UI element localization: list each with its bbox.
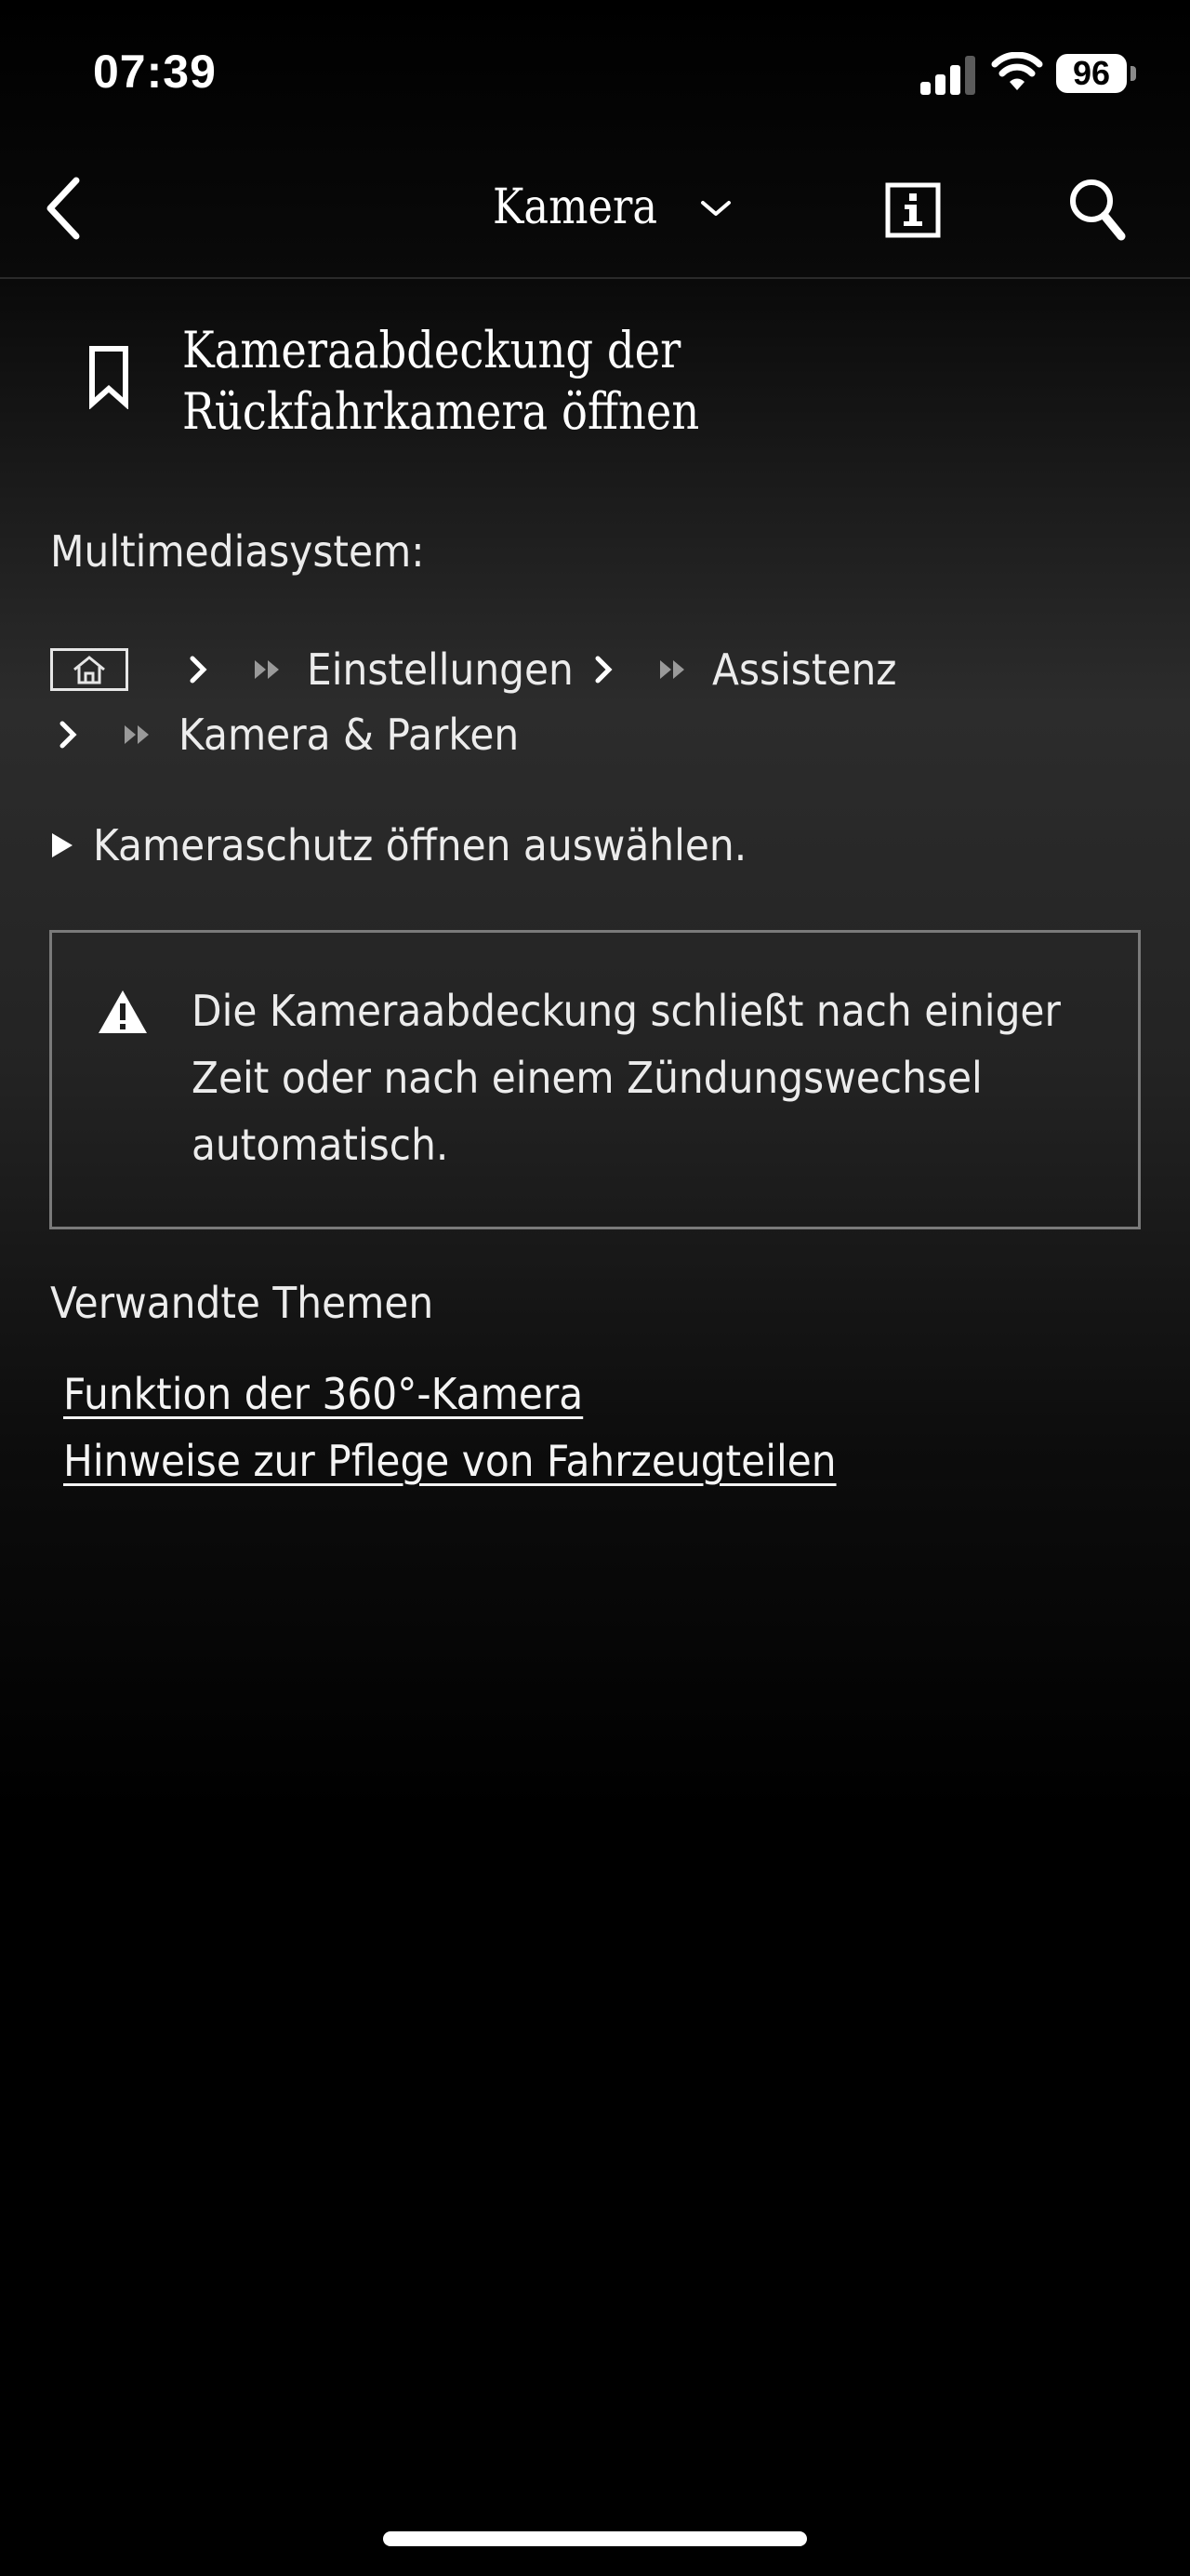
warning-text: Die Kameraabdeckung schließt nach einige… bbox=[192, 977, 1081, 1178]
cellular-signal-icon bbox=[920, 54, 976, 95]
chevron-right-icon bbox=[595, 656, 613, 684]
page-title-line-2: Rückfahrkamera öffnen bbox=[182, 382, 700, 441]
battery-level: 96 bbox=[1056, 54, 1127, 93]
topic-dropdown[interactable]: Kamera bbox=[493, 175, 731, 240]
warning-text-line-2: Zeit oder nach einem Zündungswechsel bbox=[192, 1053, 983, 1103]
bookmark-icon[interactable] bbox=[87, 344, 130, 409]
app-screen: 07:39 96 Kamera Kameraabdeckung der Rück… bbox=[0, 0, 1190, 2576]
breadcrumb-row-2: Kamera & Parken bbox=[50, 707, 549, 763]
nav-bar: Kamera bbox=[0, 139, 1190, 279]
status-bar: 07:39 96 bbox=[0, 0, 1190, 139]
warning-icon bbox=[99, 990, 147, 1033]
instruction-step: Kameraschutz öffnen auswählen. bbox=[50, 820, 803, 870]
breadcrumb: Einstellungen Assistenz bbox=[50, 642, 913, 697]
status-time: 07:39 bbox=[93, 46, 217, 98]
nav-title: Kamera bbox=[493, 179, 657, 235]
chevron-down-icon bbox=[701, 201, 731, 216]
wifi-icon bbox=[991, 52, 1043, 90]
section-label: Multimediasystem: bbox=[50, 526, 425, 577]
double-chevron-icon bbox=[659, 660, 684, 679]
home-icon bbox=[73, 656, 105, 684]
related-topics-title: Verwandte Themen bbox=[50, 1278, 434, 1328]
breadcrumb-home[interactable] bbox=[50, 648, 128, 691]
triangle-right-icon bbox=[52, 833, 73, 857]
chevron-left-icon bbox=[46, 177, 80, 240]
warning-text-line-3: automatisch. bbox=[192, 1120, 449, 1170]
search-icon[interactable] bbox=[1067, 177, 1129, 244]
back-button[interactable] bbox=[37, 171, 102, 246]
warning-text-line-1: Die Kameraabdeckung schließt nach einige… bbox=[192, 986, 1061, 1036]
double-chevron-icon bbox=[125, 725, 149, 744]
chevron-right-icon bbox=[190, 656, 207, 684]
page-title: Kameraabdeckung der Rückfahrkamera öffne… bbox=[182, 320, 699, 443]
battery-icon bbox=[1130, 66, 1136, 81]
related-link-pflege-fahrzeugteile[interactable]: Hinweise zur Pflege von Fahrzeugteilen bbox=[63, 1436, 837, 1486]
home-indicator[interactable] bbox=[383, 2531, 807, 2546]
warning-box: Die Kameraabdeckung schließt nach einige… bbox=[49, 930, 1141, 1229]
related-link-360-kamera[interactable]: Funktion der 360°-Kamera bbox=[63, 1369, 583, 1419]
breadcrumb-item-einstellungen[interactable]: Einstellungen bbox=[307, 644, 574, 695]
chevron-right-icon bbox=[60, 721, 77, 749]
double-chevron-icon bbox=[255, 660, 279, 679]
info-icon[interactable] bbox=[885, 182, 941, 238]
breadcrumb-item-kamera-parken[interactable]: Kamera & Parken bbox=[178, 710, 519, 760]
breadcrumb-item-assistenz[interactable]: Assistenz bbox=[712, 644, 897, 695]
page-title-line-1: Kameraabdeckung der bbox=[182, 321, 681, 379]
instruction-step-text: Kameraschutz öffnen auswählen. bbox=[93, 820, 747, 870]
